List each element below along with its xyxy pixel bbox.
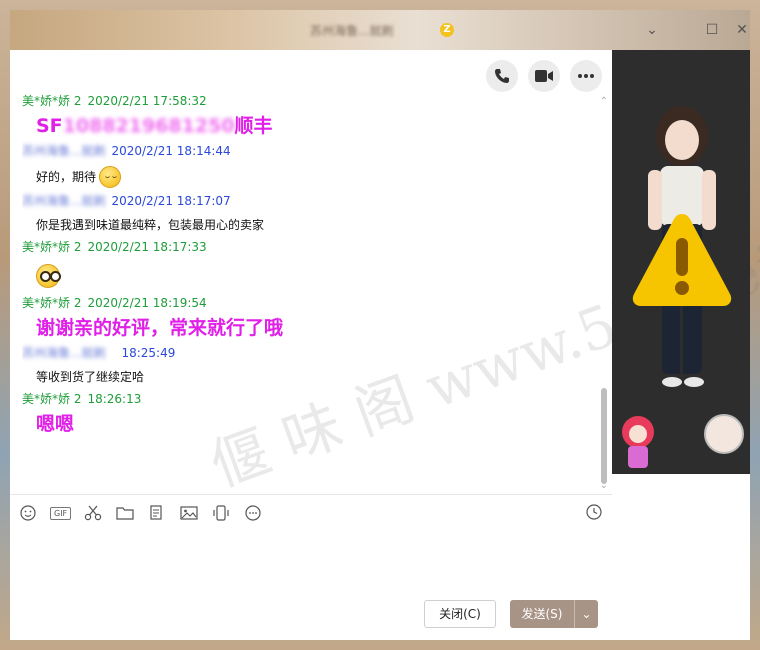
tracking-prefix: SF [36, 115, 63, 137]
doc-icon[interactable] [147, 504, 167, 522]
close-window-button[interactable]: ✕ [728, 20, 756, 40]
message-body [22, 254, 594, 296]
tracking-number: 1088219681250 [62, 115, 235, 137]
warning-icon [632, 214, 732, 306]
sender-line: 美*娇*娇 2 2020/2/21 18:19:54 [22, 296, 594, 310]
input-divider [10, 494, 612, 495]
message-time: 2020/2/21 18:19:54 [87, 296, 207, 310]
send-options-chevron-icon[interactable]: ⌄ [574, 600, 598, 628]
message-item: 苏州海鲁...就刷 2020/2/21 18:14:44 好的，期待 [22, 144, 594, 194]
message-item: 苏州海鲁...就刷 18:25:49 等收到货了继续定哈 [22, 346, 594, 392]
message-list: 美*娇*娇 2 2020/2/21 17:58:32 SF10882196812… [22, 94, 594, 490]
message-body: 好的，期待 [22, 158, 594, 194]
message-item: 苏州海鲁...就刷 2020/2/21 18:17:07 你是我遇到味道最纯粹，… [22, 194, 594, 240]
side-panel-blank [612, 474, 750, 640]
sender-name: 苏州海鲁...就刷 [22, 346, 106, 360]
message-text: 你是我遇到味道最纯粹，包装最用心的卖家 [36, 218, 265, 232]
more-icon [578, 74, 594, 78]
video-call-button[interactable] [528, 60, 560, 92]
image-icon[interactable] [179, 504, 199, 522]
decorative-character-icon [622, 416, 654, 468]
collapse-button[interactable] [638, 20, 666, 40]
message-time: 18:25:49 [121, 346, 176, 360]
message-item: 美*娇*娇 2 2020/2/21 18:17:33 [22, 240, 594, 296]
phone-call-button[interactable] [486, 60, 518, 92]
message-text: 好的，期待 [36, 170, 97, 184]
sender-name: 美*娇*娇 2 [22, 94, 82, 108]
wide-eyes-emoji-icon [36, 264, 61, 288]
message-body: 嗯嗯 [36, 413, 75, 435]
message-text: 等收到货了继续定哈 [36, 370, 145, 384]
message-item: 美*娇*娇 2 2020/2/21 18:19:54 谢谢亲的好评，常来就行了哦 [22, 296, 594, 346]
sender-line: 美*娇*娇 2 18:26:13 [22, 392, 594, 406]
message-time: 2020/2/21 18:14:44 [111, 144, 231, 158]
sender-name: 美*娇*娇 2 [22, 240, 82, 254]
call-actions [486, 60, 602, 92]
send-button[interactable]: 发送(S) ⌄ [510, 600, 598, 628]
sender-name: 美*娇*娇 2 [22, 392, 82, 406]
send-label[interactable]: 发送(S) [510, 600, 574, 628]
message-body: 等收到货了继续定哈 [22, 360, 594, 392]
message-body: SF1088219681250顺丰 [22, 108, 594, 144]
scroll-up-arrow[interactable]: ⌃ [600, 96, 608, 107]
sender-name: 苏州海鲁...就刷 [22, 194, 106, 208]
emoji-icon[interactable] [18, 504, 38, 522]
folder-icon[interactable] [115, 504, 135, 522]
chat-title: 苏州海鲁...就刷 [310, 24, 394, 38]
message-body: 你是我遇到味道最纯粹，包装最用心的卖家 [22, 208, 594, 240]
message-time: 2020/2/21 18:17:07 [111, 194, 231, 208]
status-badge: Z [440, 23, 454, 37]
message-time: 2020/2/21 17:58:32 [87, 94, 207, 108]
phone-icon [495, 69, 509, 83]
message-time: 2020/2/21 18:17:33 [87, 240, 207, 254]
sender-name: 美*娇*娇 2 [22, 296, 82, 310]
clock-icon[interactable] [586, 504, 602, 524]
sender-line: 美*娇*娇 2 2020/2/21 17:58:32 [22, 94, 594, 108]
chat-panel: 美*娇*娇 2 2020/2/21 17:58:32 SF10882196812… [10, 50, 760, 640]
sleepy-emoji-icon [99, 166, 122, 188]
message-item: 美*娇*娇 2 2020/2/21 17:58:32 SF10882196812… [22, 94, 594, 144]
scissors-icon[interactable] [83, 504, 103, 522]
sender-line: 美*娇*娇 2 2020/2/21 18:17:33 [22, 240, 594, 254]
shake-icon[interactable] [211, 504, 231, 522]
maximize-button[interactable]: ☐ [698, 20, 726, 40]
sender-line: 苏州海鲁...就刷 18:25:49 [22, 346, 594, 360]
input-toolbar: GIF [18, 504, 263, 522]
sender-name: 苏州海鲁...就刷 [22, 144, 106, 158]
tracking-suffix: 顺丰 [234, 115, 273, 137]
gif-icon: GIF [50, 506, 72, 520]
message-item: 美*娇*娇 2 18:26:13 嗯嗯 [22, 392, 594, 442]
side-avatar-panel [612, 50, 750, 474]
more-options-button[interactable] [570, 60, 602, 92]
self-avatar[interactable] [704, 414, 744, 454]
sender-line: 苏州海鲁...就刷 2020/2/21 18:14:44 [22, 144, 594, 158]
more-tools-icon[interactable] [243, 504, 263, 522]
message-time: 18:26:13 [87, 392, 142, 406]
scroll-down-arrow[interactable]: ⌄ [600, 480, 608, 491]
gif-button[interactable]: GIF [50, 504, 72, 522]
scrollbar-thumb[interactable] [601, 388, 607, 484]
title-bar: 苏州海鲁...就刷 Z ☐ ✕ [10, 10, 750, 50]
message-body: 谢谢亲的好评，常来就行了哦 [36, 317, 284, 339]
close-button[interactable]: 关闭(C) [424, 600, 496, 628]
video-icon [535, 70, 553, 82]
sender-line: 苏州海鲁...就刷 2020/2/21 18:17:07 [22, 194, 594, 208]
